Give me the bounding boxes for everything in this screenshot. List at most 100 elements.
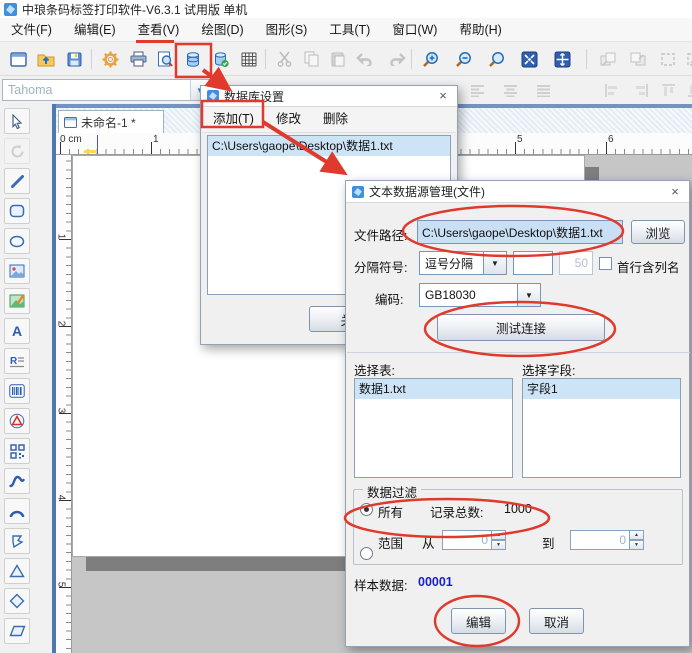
zoom-out-button[interactable]: [451, 47, 475, 71]
cut-button: [272, 47, 296, 71]
menu-file[interactable]: 文件(F): [0, 18, 63, 42]
close-icon[interactable]: ×: [435, 88, 451, 104]
database-check-button[interactable]: [209, 47, 233, 71]
align-bottom-edges-button: [682, 78, 692, 102]
parallelogram-icon: [9, 625, 26, 637]
curve-icon: [9, 475, 25, 488]
ruler-cursor-marker: [97, 135, 98, 154]
radio-range-label: 范围: [378, 533, 403, 552]
db-menu-modify[interactable]: 修改: [265, 107, 312, 132]
rotate-icon: [10, 144, 25, 159]
table-list-item[interactable]: 数据1.txt: [355, 379, 512, 399]
rounded-rect-tool-button[interactable]: [4, 198, 30, 224]
dialog-title: 数据库设置: [224, 88, 430, 105]
settings-button[interactable]: [98, 47, 122, 71]
send-back-icon: [630, 52, 646, 67]
open-file-button[interactable]: [34, 47, 58, 71]
align-left-edges-icon: [605, 84, 620, 97]
select-tool-button[interactable]: [4, 108, 30, 134]
arc-tool-button[interactable]: [4, 498, 30, 524]
fit-size-icon: [554, 51, 571, 68]
browse-button[interactable]: 浏览: [631, 220, 685, 244]
qr-code-tool-button[interactable]: [4, 438, 30, 464]
barcode-tool-button[interactable]: [4, 378, 30, 404]
magnifier-button[interactable]: [484, 47, 508, 71]
menu-help[interactable]: 帮助(H): [448, 18, 512, 42]
ruler-origin-label: 0 cm: [60, 134, 82, 145]
menu-window[interactable]: 窗口(W): [381, 18, 448, 42]
triangle-tool-button[interactable]: [4, 558, 30, 584]
char-limit-field[interactable]: 50: [559, 251, 593, 275]
print-button[interactable]: [126, 47, 150, 71]
chevron-down-icon[interactable]: ▼: [517, 283, 541, 307]
radio-all-label: 所有: [378, 502, 403, 521]
test-connection-button[interactable]: 测试连接: [437, 314, 605, 341]
font-family-combo[interactable]: Tahoma ▼: [2, 79, 210, 101]
custom-delimiter-field[interactable]: [513, 251, 553, 275]
delimiter-combo[interactable]: 逗号分隔 ▼: [419, 251, 507, 275]
document-icon: [64, 117, 77, 128]
open-file-icon: [37, 52, 55, 67]
chevron-down-icon[interactable]: ▼: [483, 251, 507, 275]
rich-text-tool-button[interactable]: R: [4, 348, 30, 374]
spinner-up-icon[interactable]: ▲: [630, 530, 644, 540]
first-row-label: 首行含列名: [617, 257, 680, 276]
curve-tool-button[interactable]: [4, 468, 30, 494]
text-tool-button[interactable]: A: [4, 318, 30, 344]
grid-button[interactable]: [237, 47, 261, 71]
from-value[interactable]: 0: [442, 530, 492, 550]
edit-button[interactable]: 编辑: [451, 608, 506, 634]
first-row-checkbox[interactable]: [599, 257, 612, 270]
image-edit-tool-button[interactable]: [4, 288, 30, 314]
print-preview-button[interactable]: [153, 47, 177, 71]
new-document-button[interactable]: [6, 47, 30, 71]
align-text-left-icon: [470, 84, 485, 97]
svg-text:A: A: [12, 324, 22, 338]
image-tool-button[interactable]: [4, 258, 30, 284]
ruler-position-marker: [84, 150, 98, 153]
frame-select-button: [656, 47, 680, 71]
to-value[interactable]: 0: [570, 530, 630, 550]
db-menu-delete[interactable]: 删除: [312, 107, 359, 132]
radio-range[interactable]: [360, 547, 373, 560]
spinner-down-icon[interactable]: ▼: [492, 540, 506, 550]
save-button[interactable]: [62, 47, 86, 71]
document-tab[interactable]: 未命名-1 *: [58, 110, 164, 133]
zoom-in-button[interactable]: [418, 47, 442, 71]
font-family-value: Tahoma: [3, 83, 190, 97]
close-icon[interactable]: ×: [667, 184, 683, 200]
encoding-combo[interactable]: GB18030 ▼: [419, 283, 541, 307]
menu-view[interactable]: 查看(V): [127, 18, 191, 42]
line-icon: [10, 174, 25, 189]
menu-edit[interactable]: 编辑(E): [63, 18, 127, 42]
select-field-label: 选择字段:: [522, 360, 575, 379]
database-list-item[interactable]: C:\Users\gaope\Desktop\数据1.txt: [208, 136, 450, 156]
fit-size-button[interactable]: [550, 47, 574, 71]
cancel-button[interactable]: 取消: [529, 608, 584, 634]
image-icon: [9, 264, 25, 278]
to-spinner[interactable]: 0 ▲▼: [570, 530, 644, 550]
diamond-tool-button[interactable]: [4, 588, 30, 614]
align-text-justify-button: [531, 78, 555, 102]
line-tool-button[interactable]: [4, 168, 30, 194]
fit-window-button[interactable]: [517, 47, 541, 71]
field-list-item[interactable]: 字段1: [523, 379, 680, 399]
spinner-up-icon[interactable]: ▲: [492, 530, 506, 540]
record-total-value: 1000: [504, 502, 532, 516]
menu-draw[interactable]: 绘图(D): [190, 18, 254, 42]
radio-all[interactable]: [360, 503, 373, 516]
spinner-down-icon[interactable]: ▼: [630, 540, 644, 550]
parallelogram-tool-button[interactable]: [4, 618, 30, 644]
from-spinner[interactable]: 0 ▲▼: [442, 530, 506, 550]
polygon-tool-button[interactable]: [4, 528, 30, 554]
menu-tools[interactable]: 工具(T): [318, 18, 381, 42]
drawing-toolbox: A R: [0, 104, 52, 653]
menu-shape[interactable]: 图形(S): [255, 18, 319, 42]
database-setup-button[interactable]: [181, 47, 205, 71]
file-path-field[interactable]: C:\Users\gaope\Desktop\数据1.txt: [417, 220, 623, 244]
ellipse-tool-button[interactable]: [4, 228, 30, 254]
align-left-edges-button: [600, 78, 624, 102]
zoom-in-icon: [422, 51, 439, 68]
db-menu-add[interactable]: 添加(T): [202, 107, 265, 132]
shape-warning-tool-button[interactable]: [4, 408, 30, 434]
